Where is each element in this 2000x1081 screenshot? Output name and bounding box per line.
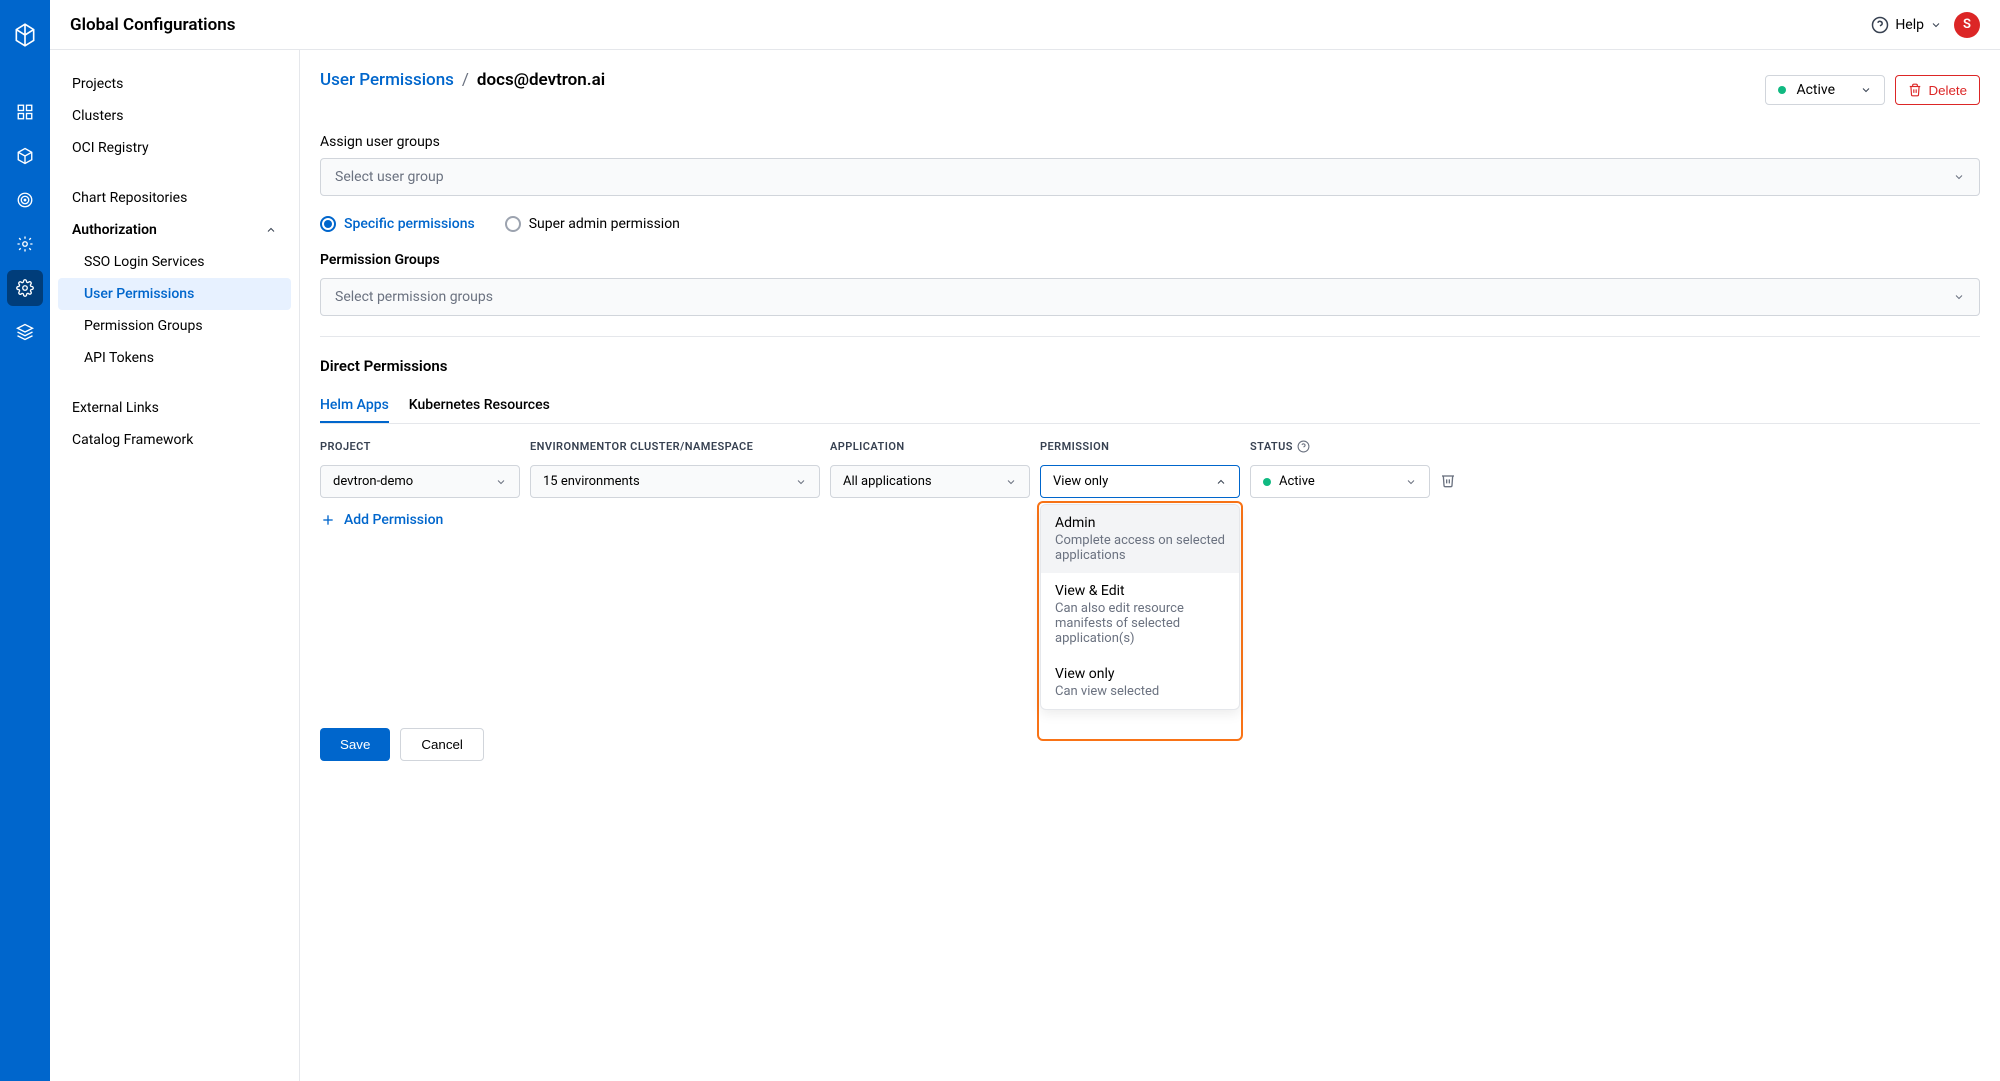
th-permission: PERMISSION bbox=[1040, 440, 1240, 453]
row-status-value: Active bbox=[1279, 474, 1315, 489]
info-icon bbox=[1297, 440, 1310, 453]
help-label: Help bbox=[1895, 17, 1924, 33]
dropdown-item-title: View only bbox=[1055, 666, 1225, 682]
environment-select[interactable]: 15 environments bbox=[530, 465, 820, 498]
footer: Save Cancel bbox=[320, 708, 1980, 761]
table-row: devtron-demo 15 environments All applica… bbox=[320, 465, 1980, 498]
plus-icon bbox=[320, 512, 336, 528]
chevron-down-icon bbox=[1405, 476, 1417, 488]
th-application: APPLICATION bbox=[830, 440, 1030, 453]
direct-permissions-title: Direct Permissions bbox=[320, 357, 1980, 375]
project-select[interactable]: devtron-demo bbox=[320, 465, 520, 498]
permission-groups-select[interactable]: Select permission groups bbox=[320, 278, 1980, 316]
sidebar-item-api-tokens[interactable]: API Tokens bbox=[50, 342, 299, 374]
user-avatar[interactable]: S bbox=[1954, 12, 1980, 38]
breadcrumb: User Permissions / docs@devtron.ai bbox=[320, 70, 605, 90]
sidebar-item-projects[interactable]: Projects bbox=[50, 68, 299, 100]
sidebar: Projects Clusters OCI Registry Chart Rep… bbox=[50, 50, 300, 1081]
sidebar-item-clusters[interactable]: Clusters bbox=[50, 100, 299, 132]
breadcrumb-link[interactable]: User Permissions bbox=[320, 70, 454, 90]
th-project: PROJECT bbox=[320, 440, 520, 453]
permission-groups-placeholder: Select permission groups bbox=[335, 289, 493, 305]
trash-icon bbox=[1908, 83, 1922, 97]
sidebar-section-authorization[interactable]: Authorization bbox=[50, 214, 299, 246]
chevron-down-icon bbox=[1930, 19, 1942, 31]
delete-label: Delete bbox=[1928, 83, 1967, 98]
radio-dot-icon bbox=[320, 216, 336, 232]
sidebar-item-permission-groups[interactable]: Permission Groups bbox=[50, 310, 299, 342]
radio-super-admin[interactable]: Super admin permission bbox=[505, 216, 680, 232]
rail-gear-alt-icon[interactable] bbox=[7, 226, 43, 262]
cancel-button[interactable]: Cancel bbox=[400, 728, 484, 761]
nav-rail bbox=[0, 0, 50, 1081]
sidebar-item-sso-login[interactable]: SSO Login Services bbox=[50, 246, 299, 278]
tab-kubernetes-resources[interactable]: Kubernetes Resources bbox=[409, 389, 550, 423]
assign-groups-label: Assign user groups bbox=[320, 134, 1980, 150]
th-environment: ENVIRONMENTOR CLUSTER/NAMESPACE bbox=[530, 440, 820, 453]
user-status-select[interactable]: Active bbox=[1765, 75, 1885, 105]
rail-dashboard-icon[interactable] bbox=[7, 94, 43, 130]
environment-value: 15 environments bbox=[543, 474, 640, 489]
rail-settings-icon[interactable] bbox=[7, 270, 43, 306]
chevron-down-icon bbox=[795, 476, 807, 488]
radio-specific-permissions[interactable]: Specific permissions bbox=[320, 216, 475, 232]
sidebar-item-catalog-framework[interactable]: Catalog Framework bbox=[50, 424, 299, 456]
delete-row-button[interactable] bbox=[1440, 472, 1470, 492]
permission-value: View only bbox=[1053, 474, 1108, 489]
sidebar-item-oci-registry[interactable]: OCI Registry bbox=[50, 132, 299, 164]
application-value: All applications bbox=[843, 474, 932, 489]
chevron-down-icon bbox=[1953, 291, 1965, 303]
permission-dropdown: Admin Complete access on selected applic… bbox=[1040, 504, 1240, 710]
tab-helm-apps[interactable]: Helm Apps bbox=[320, 389, 389, 423]
breadcrumb-separator: / bbox=[462, 70, 469, 90]
chevron-up-icon bbox=[265, 224, 277, 236]
dropdown-item-admin[interactable]: Admin Complete access on selected applic… bbox=[1041, 505, 1239, 573]
chevron-down-icon bbox=[1860, 84, 1872, 96]
topbar: Global Configurations Help S bbox=[50, 0, 2000, 50]
user-status-label: Active bbox=[1796, 82, 1850, 98]
sidebar-item-user-permissions[interactable]: User Permissions bbox=[58, 278, 291, 310]
divider bbox=[320, 336, 1980, 337]
content: User Permissions / docs@devtron.ai Activ… bbox=[300, 50, 2000, 1081]
application-select[interactable]: All applications bbox=[830, 465, 1030, 498]
help-button[interactable]: Help bbox=[1871, 16, 1942, 34]
row-status-select[interactable]: Active bbox=[1250, 465, 1430, 498]
rail-layers-icon[interactable] bbox=[7, 314, 43, 350]
dropdown-item-view-only[interactable]: View only Can view selected bbox=[1041, 656, 1239, 709]
dropdown-item-desc: Can view selected bbox=[1055, 684, 1225, 699]
dropdown-item-title: Admin bbox=[1055, 515, 1225, 531]
chevron-up-icon bbox=[1215, 476, 1227, 488]
assign-groups-placeholder: Select user group bbox=[335, 169, 444, 185]
dropdown-item-title: View & Edit bbox=[1055, 583, 1225, 599]
radio-specific-label: Specific permissions bbox=[344, 216, 475, 232]
add-permission-label: Add Permission bbox=[344, 512, 443, 528]
delete-button[interactable]: Delete bbox=[1895, 75, 1980, 105]
th-status: STATUS bbox=[1250, 440, 1430, 453]
chevron-down-icon bbox=[495, 476, 507, 488]
tabs: Helm Apps Kubernetes Resources bbox=[320, 389, 1980, 424]
sidebar-item-chart-repositories[interactable]: Chart Repositories bbox=[50, 182, 299, 214]
status-dot-icon bbox=[1263, 478, 1271, 486]
sidebar-item-external-links[interactable]: External Links bbox=[50, 392, 299, 424]
permission-groups-label: Permission Groups bbox=[320, 252, 1980, 268]
save-button[interactable]: Save bbox=[320, 728, 390, 761]
chevron-down-icon bbox=[1005, 476, 1017, 488]
dropdown-item-view-edit[interactable]: View & Edit Can also edit resource manif… bbox=[1041, 573, 1239, 656]
page-title: Global Configurations bbox=[70, 15, 235, 35]
assign-groups-select[interactable]: Select user group bbox=[320, 158, 1980, 196]
table-header: PROJECT ENVIRONMENTOR CLUSTER/NAMESPACE … bbox=[320, 440, 1980, 453]
status-dot-icon bbox=[1778, 86, 1786, 94]
rail-target-icon[interactable] bbox=[7, 182, 43, 218]
devtron-logo[interactable] bbox=[0, 10, 50, 60]
breadcrumb-current: docs@devtron.ai bbox=[477, 70, 605, 90]
sidebar-authorization-label: Authorization bbox=[72, 222, 157, 238]
radio-dot-icon bbox=[505, 216, 521, 232]
chevron-down-icon bbox=[1953, 171, 1965, 183]
dropdown-item-desc: Can also edit resource manifests of sele… bbox=[1055, 601, 1225, 646]
project-value: devtron-demo bbox=[333, 474, 413, 489]
dropdown-item-desc: Complete access on selected applications bbox=[1055, 533, 1225, 563]
radio-super-label: Super admin permission bbox=[529, 216, 680, 232]
rail-cube-icon[interactable] bbox=[7, 138, 43, 174]
permission-select[interactable]: View only bbox=[1040, 465, 1240, 498]
